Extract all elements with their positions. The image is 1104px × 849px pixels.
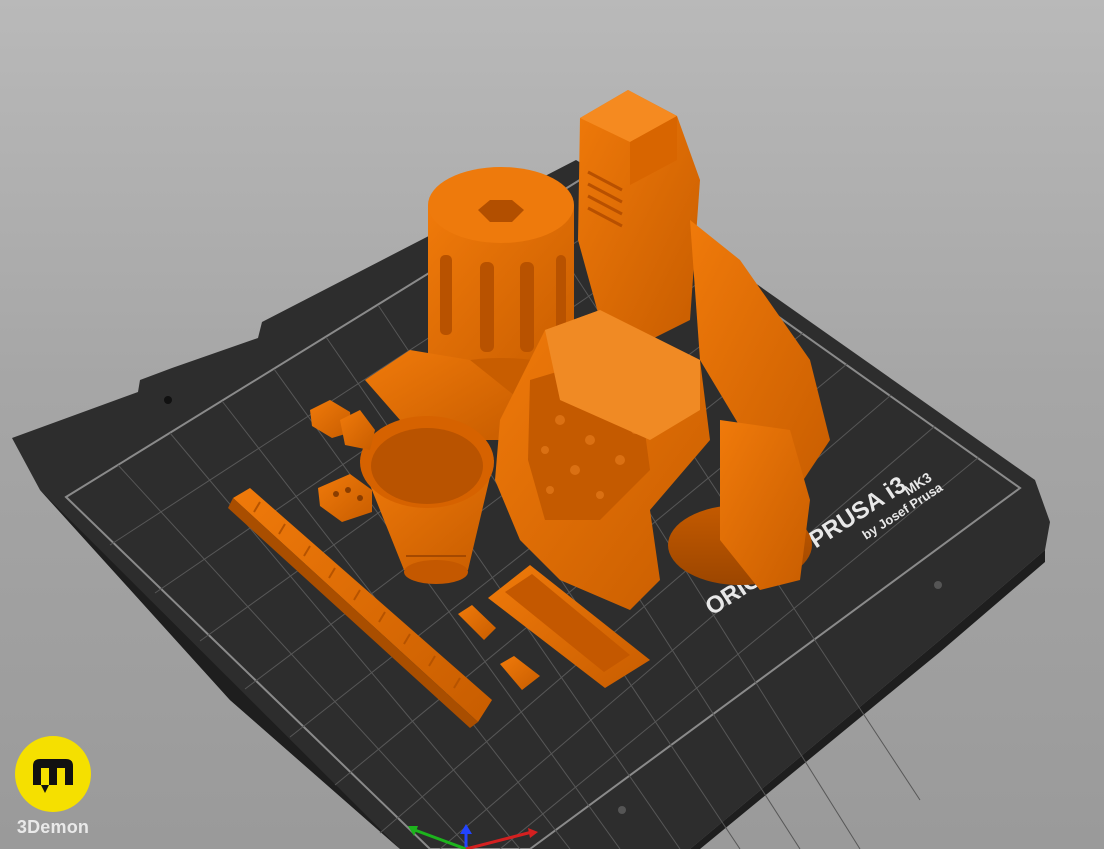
3demon-logo-icon [15,736,91,812]
brand-watermark: 3Demon [10,735,96,840]
model-tall-column[interactable] [578,90,700,340]
3d-viewport[interactable]: ORIGINAL PRUSA i3 MK3 by Josef Prusa [0,0,1104,849]
brand-name: 3Demon [16,817,90,837]
